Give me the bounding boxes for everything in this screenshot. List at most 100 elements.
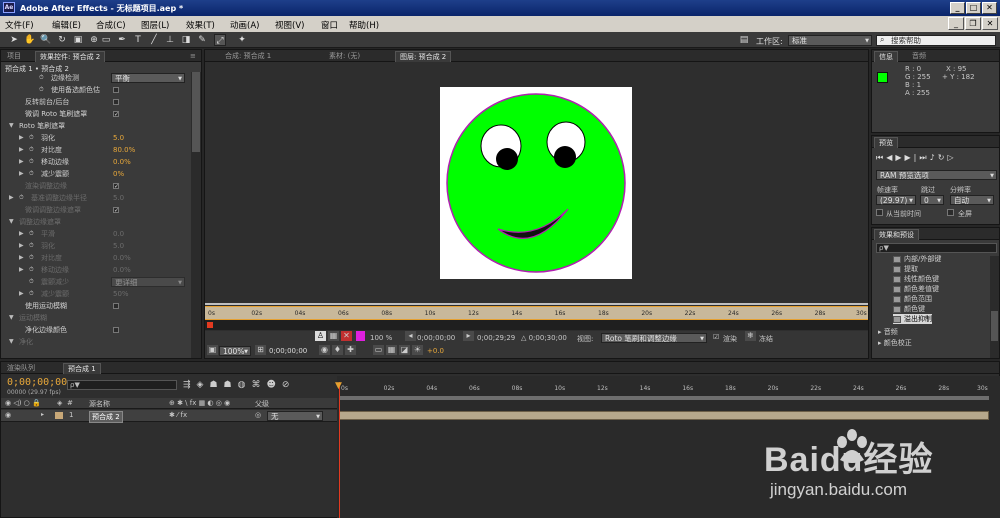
source-name-header[interactable]: 源名称 — [89, 399, 110, 409]
exposure-icon[interactable]: ☀ — [412, 345, 423, 355]
effect-property-value[interactable]: 0% — [113, 168, 124, 180]
rect-mask-tool-icon[interactable]: ▭ — [100, 34, 112, 46]
effect-property-row[interactable]: ▼ 调整边缘遮罩 — [1, 216, 191, 228]
tab-footage[interactable]: 素材: (无) — [325, 51, 364, 62]
expand-triangle-icon[interactable]: ▶ — [19, 240, 24, 252]
panel-menu-icon[interactable]: ≡ — [186, 51, 200, 62]
effect-property-row[interactable]: 微调 Roto 笔刷遮罩 ✓ — [1, 108, 191, 120]
out-point-icon[interactable]: ▸ — [463, 331, 474, 341]
effect-property-row[interactable]: 渲染调整边缘 ✓ — [1, 180, 191, 192]
skip-dropdown[interactable]: 0 — [920, 195, 944, 206]
effect-property-row[interactable]: ▶ ⏱ 平滑 0.0 — [1, 228, 191, 240]
stopwatch-icon[interactable]: ⏱ — [29, 228, 34, 240]
pan-behind-tool-icon[interactable]: ⊕ — [88, 34, 100, 46]
tab-timeline-comp[interactable]: 预合成 1 — [63, 363, 101, 374]
effect-item[interactable]: 提取 — [893, 264, 918, 274]
timeline-work-area-bar[interactable] — [339, 396, 989, 400]
zoom-tool-icon[interactable]: 🔍 — [40, 34, 52, 46]
effect-property-value[interactable]: 0.0% — [113, 252, 131, 264]
effect-property-row[interactable]: ⏱ 使用备选颜色估 — [1, 84, 191, 96]
show-snapshot-icon[interactable]: ♦ — [332, 345, 343, 355]
effect-property-row[interactable]: ▶ ⏱ 减少震颤 0% — [1, 168, 191, 180]
last-frame-icon[interactable]: ⏭ — [919, 153, 929, 162]
effect-property-row[interactable]: ⏱ 边缘检测 平衡 — [1, 72, 191, 84]
layer-switches-icon[interactable]: ✱ ⁄ fx — [169, 411, 187, 419]
timeline-time-ruler[interactable]: 0s 02s 04s 06s 08s 10s 12s 14s 16s 18s 20s 22s 24s 26… — [339, 382, 989, 396]
shy-layers-icon[interactable]: ☗ — [209, 380, 223, 390]
expand-triangle-icon[interactable]: ▶ — [19, 228, 24, 240]
layer-label-color[interactable] — [55, 412, 63, 419]
frame-rate-dropdown[interactable]: (29.97) — [876, 195, 916, 206]
effect-property-checkbox[interactable] — [113, 327, 119, 333]
expand-triangle-icon[interactable]: ▶ — [19, 168, 24, 180]
expand-triangle-icon[interactable]: ▶ — [19, 288, 24, 300]
brainstorm-icon[interactable]: ⊘ — [282, 380, 296, 390]
composition-canvas[interactable] — [440, 87, 632, 279]
checker-icon[interactable]: ✕ — [341, 331, 352, 341]
motion-blur-icon[interactable]: ◍ — [238, 380, 252, 390]
stopwatch-icon[interactable]: ⏱ — [29, 156, 34, 168]
menu-composition[interactable]: 合成(C) — [96, 19, 126, 31]
expand-triangle-icon[interactable]: ▶ — [9, 192, 14, 204]
effect-property-row[interactable]: ▶ ⏱ 对比度 0.0% — [1, 252, 191, 264]
tab-preview[interactable]: 预览 — [874, 137, 898, 148]
freeze-icon[interactable]: ❄ — [745, 331, 756, 341]
expand-triangle-icon[interactable]: ▶ — [19, 156, 24, 168]
prev-frame-button-icon[interactable]: ◀ — [886, 153, 895, 162]
out-point-time[interactable]: 0;00;29;29 — [477, 334, 515, 342]
stopwatch-icon[interactable]: ⏱ — [29, 168, 34, 180]
roi-icon[interactable]: ◪ — [399, 345, 410, 355]
menu-file[interactable]: 文件(F) — [5, 19, 34, 31]
camera-tool-icon[interactable]: ▣ — [72, 34, 84, 46]
stopwatch-icon[interactable]: ⏱ — [39, 72, 44, 84]
effects-search-input[interactable]: ρ▼ — [876, 243, 997, 253]
figure-icon[interactable]: ♙ — [315, 331, 326, 341]
effect-property-row[interactable]: ▼ 净化 — [1, 336, 191, 348]
exposure-value[interactable]: +0.0 — [427, 347, 444, 355]
tab-audio[interactable]: 音频 — [908, 51, 930, 62]
effect-property-dropdown[interactable]: 平衡 — [111, 73, 185, 84]
freeze-label[interactable]: 冻结 — [759, 334, 773, 344]
effect-property-checkbox[interactable]: ✓ — [113, 183, 119, 190]
help-search-input[interactable]: 搜索帮助 — [876, 35, 996, 46]
effect-property-checkbox[interactable] — [113, 303, 119, 309]
layer-time-track[interactable] — [205, 320, 868, 330]
channel-icon[interactable]: ✚ — [345, 345, 356, 355]
ram-preview-options-dropdown[interactable]: RAM 预览选项 — [876, 170, 997, 181]
layer-expand-icon[interactable]: ▸ — [41, 411, 44, 418]
text-tool-icon[interactable]: T — [132, 34, 144, 46]
effect-property-row[interactable]: ▼ 运动模糊 — [1, 312, 191, 324]
effect-property-value[interactable]: 0.0% — [113, 264, 131, 276]
stopwatch-icon[interactable]: ⏱ — [29, 276, 34, 288]
mask-color-swatch[interactable] — [356, 331, 365, 341]
hand-tool-icon[interactable]: ✋ — [24, 34, 36, 46]
safe-zones-icon[interactable]: ⊞ — [255, 345, 266, 355]
puppet-tool-icon[interactable]: ✦ — [236, 34, 248, 46]
effect-category[interactable]: ▸ 颜色校正 — [878, 338, 912, 348]
effects-scrollbar[interactable] — [990, 256, 999, 358]
stopwatch-icon[interactable]: ⏱ — [29, 252, 34, 264]
menu-window[interactable]: 窗口 — [321, 19, 338, 31]
audio-icon[interactable]: ♪ — [930, 153, 938, 162]
menu-layer[interactable]: 图层(L) — [141, 19, 169, 31]
resolution-icon[interactable]: ▭ — [373, 345, 384, 355]
menu-animation[interactable]: 动画(A) — [230, 19, 259, 31]
effect-property-row[interactable]: ▶ ⏱ 移动边缘 0.0% — [1, 156, 191, 168]
frame-blending-icon[interactable]: ☗ — [224, 380, 238, 390]
stopwatch-icon[interactable]: ⏱ — [29, 144, 34, 156]
fullscreen-checkbox[interactable] — [947, 209, 954, 216]
pen-tool-icon[interactable]: ✒ — [116, 34, 128, 46]
effect-controls-scrollbar[interactable] — [191, 72, 201, 358]
effect-property-row[interactable]: ▶ ⏱ 羽化 5.0 — [1, 240, 191, 252]
effect-property-value[interactable]: 0.0 — [113, 228, 124, 240]
roto-brush-active-icon[interactable]: ⤢ — [214, 34, 226, 46]
menu-edit[interactable]: 编辑(E) — [52, 19, 81, 31]
effect-property-checkbox[interactable]: ✓ — [113, 111, 119, 118]
expand-triangle-icon[interactable]: ▼ — [9, 216, 14, 228]
effect-property-row[interactable]: ▶ ⏱ 基准调整边缘半径 5.0 — [1, 192, 191, 204]
tab-project[interactable]: 项目 — [3, 51, 25, 62]
expand-triangle-icon[interactable]: ▶ — [19, 264, 24, 276]
comp-mini-flowchart-icon[interactable]: ⇶ — [183, 380, 197, 390]
first-frame-icon[interactable]: ⏮ — [876, 153, 886, 162]
rotate-tool-icon[interactable]: ↻ — [56, 34, 68, 46]
